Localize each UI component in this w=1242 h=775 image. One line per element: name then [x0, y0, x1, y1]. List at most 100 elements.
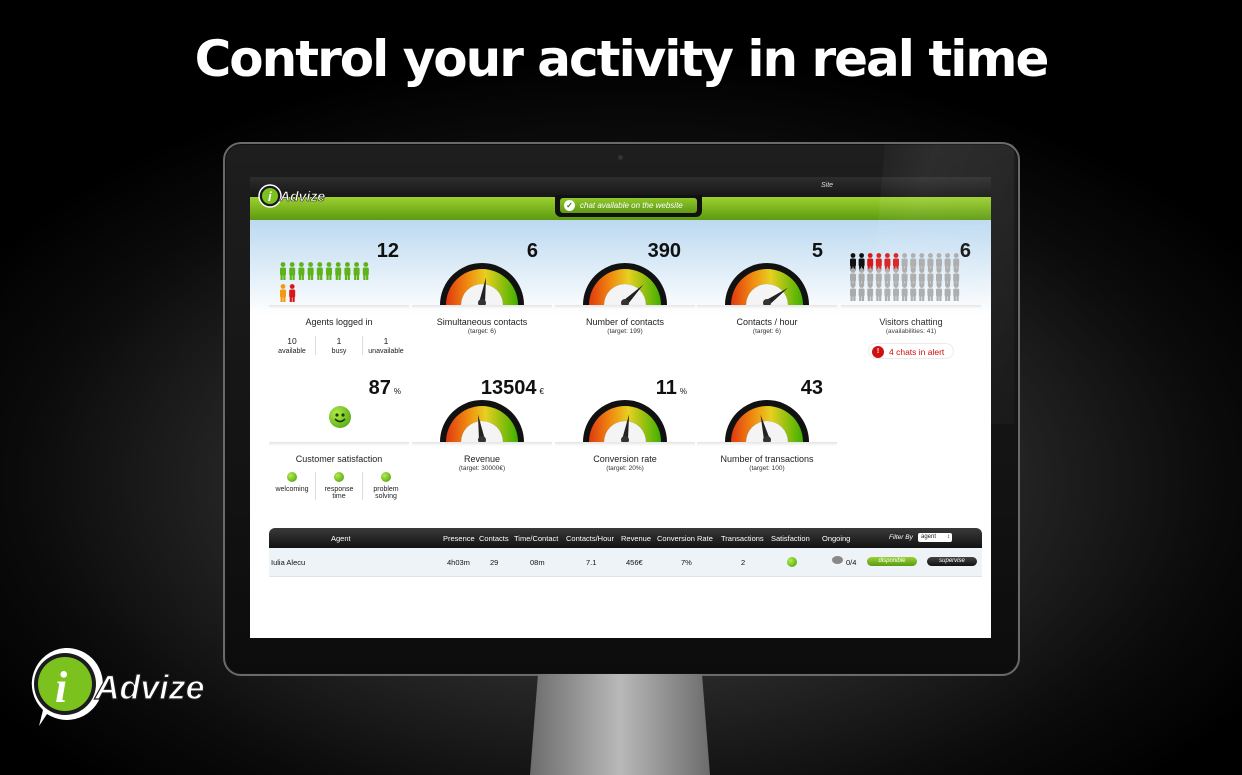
- satisfaction-number: 87: [368, 377, 391, 399]
- agent-figure-icon: [936, 283, 942, 301]
- filter-label: Filter By: [889, 534, 913, 541]
- agents-breakdown: 10 available 1 busy 1 unavailable: [269, 336, 409, 355]
- agent-figure-icon: [289, 262, 296, 280]
- agents-table-header: Agent Presence Contacts Time/Contact Con…: [269, 528, 982, 548]
- col-contacts[interactable]: Contacts: [479, 534, 509, 543]
- response-time-label: response time: [324, 486, 354, 500]
- agent-figure-icon: [927, 283, 934, 301]
- monitor-stand: [530, 674, 710, 775]
- svg-text:i: i: [268, 189, 272, 204]
- divider: [841, 305, 981, 309]
- divider: [697, 442, 837, 446]
- chevron-down-icon: ↕: [947, 534, 950, 540]
- filter-value: agent: [921, 534, 937, 540]
- per-hour-target: (target: 6): [752, 328, 782, 335]
- col-time-contact[interactable]: Time/Contact: [514, 534, 558, 543]
- chat-bubble-icon: [832, 556, 843, 564]
- agents-unavailable: 1 unavailable: [363, 336, 409, 355]
- cell-agent: Iulia Alecu: [271, 558, 306, 567]
- top-bar: Site: [250, 177, 991, 197]
- revenue-title: Revenue: [463, 454, 501, 464]
- conversion-target: (target: 20%): [606, 465, 644, 472]
- col-presence[interactable]: Presence: [443, 534, 475, 543]
- divider: [412, 305, 552, 309]
- cell-transactions: 2: [741, 558, 746, 567]
- simultaneous-value: 6: [526, 240, 538, 262]
- agent-figure-icon: [858, 283, 865, 301]
- col-ongoing[interactable]: Ongoing: [822, 534, 850, 543]
- visitors-availabilities: (availabilities: 41): [885, 328, 937, 335]
- per-hour-value: 5: [811, 240, 823, 262]
- agent-figure-icon: [280, 284, 286, 302]
- chats-alert-button[interactable]: ! 4 chats in alert: [868, 343, 954, 359]
- col-revenue[interactable]: Revenue: [621, 534, 651, 543]
- supervise-button[interactable]: supervise: [927, 557, 977, 566]
- agent-figure-icon: [298, 262, 305, 280]
- agent-figure-icon: [353, 262, 360, 280]
- agents-count: 12: [376, 240, 399, 262]
- filter-select[interactable]: agent ↕: [918, 533, 952, 542]
- agents-title: Agents logged in: [305, 317, 373, 327]
- alert-icon: !: [872, 346, 884, 358]
- status-badge[interactable]: disponible: [867, 557, 917, 566]
- smiley-icon: [334, 472, 344, 482]
- agent-figure-icon: [289, 284, 296, 302]
- col-agent[interactable]: Agent: [331, 534, 351, 543]
- problem-solving-label: problem solving: [373, 486, 399, 500]
- available-count: 10: [287, 336, 297, 346]
- sat-response-time: response time: [316, 472, 363, 500]
- cell-conversion: 7%: [681, 558, 692, 567]
- agents-available: 10 available: [269, 336, 316, 355]
- divider: [697, 305, 837, 309]
- col-transactions[interactable]: Transactions: [721, 534, 764, 543]
- agent-figure-icon: [910, 283, 917, 301]
- simultaneous-title: Simultaneous contacts: [436, 317, 528, 327]
- table-row[interactable]: Iulia Alecu 4h03m 29 08m 7.1 456€ 7% 2 0…: [269, 548, 982, 577]
- site-menu[interactable]: Site: [821, 182, 833, 189]
- agent-figure-icon: [316, 262, 323, 280]
- col-contacts-hour[interactable]: Contacts/Hour: [566, 534, 614, 543]
- busy-count: 1: [336, 336, 342, 346]
- conversion-unit: %: [679, 387, 687, 396]
- svg-text:i: i: [55, 663, 68, 712]
- agent-figure-icon: [944, 283, 951, 301]
- chat-status-indicator[interactable]: ✓ chat available on the website: [555, 195, 702, 217]
- agent-figure-icon: [344, 262, 351, 280]
- conversion-title: Conversion rate: [593, 454, 657, 464]
- transactions-title: Number of transactions: [720, 454, 814, 464]
- cell-contacts: 29: [490, 558, 499, 567]
- agent-figure-icon: [953, 283, 960, 301]
- agent-figure-icon: [280, 262, 286, 280]
- gauge-icon: [725, 400, 809, 444]
- revenue-value: 13504 €: [481, 377, 544, 400]
- app-logo[interactable]: i Advize: [256, 181, 336, 211]
- available-label: available: [278, 348, 306, 355]
- satisfaction-title: Customer satisfaction: [295, 454, 383, 464]
- conversion-value: 11%: [656, 377, 687, 400]
- cell-revenue: 456€: [626, 558, 643, 567]
- agent-figure-icon: [893, 283, 899, 301]
- webcam: [618, 155, 623, 160]
- satisfaction-unit: %: [393, 387, 401, 396]
- agent-figure-icon: [307, 262, 314, 280]
- agent-figure-icon: [867, 283, 874, 301]
- chats-alert-label: 4 chats in alert: [889, 347, 945, 357]
- contacts-title: Number of contacts: [585, 317, 665, 327]
- revenue-unit: €: [539, 387, 544, 396]
- unavailable-label: unavailable: [368, 348, 404, 355]
- col-satisfaction[interactable]: Satisfaction: [771, 534, 810, 543]
- divider: [555, 305, 695, 309]
- smiley-icon: [287, 472, 297, 482]
- brand-logo-text: Advize: [94, 669, 205, 707]
- cell-ongoing: 0/4: [846, 558, 857, 567]
- agent-figure-icon: [875, 283, 882, 301]
- revenue-target: (target: 30000€): [458, 465, 506, 472]
- col-conversion-rate[interactable]: Conversion Rate: [657, 534, 713, 543]
- contacts-value: 390: [647, 240, 681, 262]
- check-icon: ✓: [564, 200, 575, 211]
- contacts-target: (target: 199): [607, 328, 643, 335]
- simultaneous-target: (target: 6): [467, 328, 497, 335]
- headline: Control your activity in real time: [194, 30, 1050, 88]
- sat-problem-solving: problem solving: [363, 472, 409, 500]
- chat-status-label: chat available on the website: [580, 201, 683, 210]
